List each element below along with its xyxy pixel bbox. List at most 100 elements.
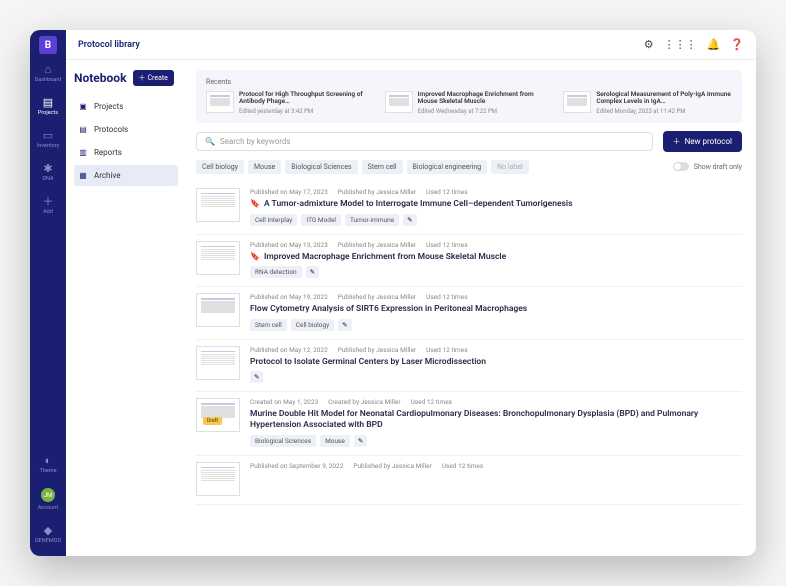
- nav-label: Reports: [94, 148, 122, 157]
- rail-item-genemod[interactable]: ◆GENEMOD: [30, 523, 66, 546]
- protocol-tag[interactable]: Cell biology: [291, 319, 334, 331]
- apps-icon[interactable]: ⋮⋮⋮: [664, 38, 697, 51]
- rail-label: DNA: [42, 176, 53, 182]
- side-panel: Notebook ＋ Create ▣Projects ▤Protocols ▥…: [66, 60, 186, 556]
- nav-reports[interactable]: ▥Reports: [74, 142, 178, 163]
- protocol-title: Murine Double Hit Model for Neonatal Car…: [250, 409, 742, 430]
- filter-chip-nolabel[interactable]: No label: [491, 160, 529, 174]
- rail-item-theme[interactable]: ◐ Theme: [30, 453, 66, 476]
- protocols-nav-icon: ▤: [78, 125, 88, 134]
- edit-icon[interactable]: ✎: [338, 319, 351, 331]
- protocol-tag[interactable]: Stem cell: [250, 319, 287, 331]
- filter-chip[interactable]: Stem cell: [362, 160, 403, 174]
- inventory-icon: ▭: [43, 130, 53, 141]
- protocol-tag[interactable]: Tumor-immune: [345, 214, 399, 226]
- nav-archive[interactable]: ▦Archive: [74, 165, 178, 186]
- nav-protocols[interactable]: ▤Protocols: [74, 119, 178, 140]
- protocol-item[interactable]: Published on May 17, 2023Published by Je…: [196, 182, 742, 235]
- protocol-item[interactable]: Created on May 1, 2023Created by Jessica…: [196, 392, 742, 455]
- bookmark-icon: 🔖: [250, 252, 260, 262]
- protocol-title: Protocol to Isolate Germinal Centers by …: [250, 357, 742, 368]
- protocol-meta: Published by Jessica Miller: [338, 293, 416, 301]
- protocol-thumbnail: [196, 188, 240, 222]
- recent-title: Protocol for High Throughput Screening o…: [239, 91, 375, 106]
- edit-icon[interactable]: ✎: [403, 214, 416, 226]
- filter-chip[interactable]: Mouse: [248, 160, 281, 174]
- protocol-thumbnail: [196, 398, 240, 432]
- rail-label: Account: [38, 505, 58, 511]
- protocol-tag[interactable]: Mouse: [320, 435, 350, 447]
- protocol-tag[interactable]: RNA detection: [250, 266, 302, 278]
- recent-title: Improved Macrophage Enrichment from Mous…: [418, 91, 554, 106]
- rail-item-dashboard[interactable]: ⌂ Dashboard: [30, 62, 66, 85]
- gear-icon[interactable]: ⚙: [644, 38, 654, 51]
- recent-title: Serological Measurement of Poly-IgA Immu…: [596, 91, 732, 106]
- protocol-tag[interactable]: Cell Interplay: [250, 214, 297, 226]
- recent-thumbnail: [563, 91, 591, 113]
- protocol-meta: Published on September 9, 2022: [250, 462, 343, 470]
- protocol-thumbnail: [196, 462, 240, 496]
- protocol-meta: Used 12 times: [426, 188, 467, 196]
- protocol-list: Published on May 17, 2023 Published by Je…: [196, 182, 742, 505]
- left-rail: B ⌂ Dashboard ▤Projects ▭ Inventory ✱DNA ＋…: [30, 30, 66, 556]
- filter-chip[interactable]: Biological Sciences: [285, 160, 357, 174]
- rail-label: Dashboard: [35, 77, 62, 83]
- protocol-item[interactable]: Published on May 19, 2022 Published by Je…: [196, 287, 742, 340]
- recent-card[interactable]: Improved Macrophage Enrichment from Mous…: [385, 91, 554, 115]
- edit-icon[interactable]: ✎: [250, 371, 263, 383]
- recent-meta: Edited yesterday at 3:42 PM: [239, 108, 375, 115]
- protocol-tag[interactable]: Biological Sciences: [250, 435, 316, 447]
- new-protocol-button[interactable]: ＋ New protocol: [663, 131, 742, 152]
- search-icon: 🔍: [205, 137, 215, 146]
- recent-card[interactable]: Serological Measurement of Poly-IgA Immu…: [563, 91, 732, 115]
- rail-label: GENEMOD: [35, 538, 61, 544]
- help-icon[interactable]: ❓: [730, 38, 744, 51]
- nav-projects[interactable]: ▣Projects: [74, 96, 178, 117]
- protocol-meta: Published on May 19, 2022: [250, 293, 328, 301]
- bell-icon[interactable]: 🔔: [707, 38, 721, 51]
- nav-label: Archive: [94, 171, 120, 180]
- rail-item-projects[interactable]: ▤Projects: [30, 95, 66, 118]
- protocol-title: Flow Cytometry Analysis of SIRT6 Express…: [250, 304, 742, 315]
- theme-icon: ◐: [45, 455, 52, 466]
- protocol-meta: Published on May 12, 2022: [250, 346, 328, 354]
- filter-chip[interactable]: Biological engineering: [407, 160, 488, 174]
- draft-toggle[interactable]: Show draft only: [673, 162, 742, 171]
- protocol-meta: Published on May 13, 2023: [250, 241, 328, 249]
- search-input[interactable]: 🔍 Search by keywords: [196, 132, 653, 151]
- rail-item-add[interactable]: ＋Add: [30, 194, 66, 217]
- bookmark-icon: 🔖: [250, 199, 260, 209]
- sidepanel-title: Notebook: [74, 71, 127, 85]
- protocol-title: 🔖Improved Macrophage Enrichment from Mou…: [250, 252, 742, 263]
- protocol-tag[interactable]: ITG Model: [301, 214, 341, 226]
- rail-label: Theme: [40, 468, 57, 474]
- protocol-item[interactable]: Published on May 12, 2022Published by Je…: [196, 340, 742, 393]
- protocol-item[interactable]: Published on May 13, 2023Published by Je…: [196, 235, 742, 288]
- protocol-item[interactable]: Published on September 9, 2022 Published …: [196, 456, 742, 505]
- filter-chip[interactable]: Cell biology: [196, 160, 244, 174]
- edit-icon[interactable]: ✎: [354, 435, 367, 447]
- recents-section: Recents Protocol for High Throughput Scr…: [196, 70, 742, 123]
- recent-card[interactable]: Protocol for High Throughput Screening o…: [206, 91, 375, 115]
- toggle-switch[interactable]: [673, 162, 689, 171]
- protocol-thumbnail: [196, 241, 240, 275]
- protocol-meta: Used 12 times: [426, 293, 467, 301]
- home-icon: ⌂: [45, 64, 52, 75]
- rail-label: Inventory: [37, 143, 60, 149]
- create-button[interactable]: ＋ Create: [133, 70, 174, 86]
- protocol-meta: Published by Jessica Miller: [353, 462, 431, 470]
- rail-label: Projects: [38, 110, 58, 116]
- protocol-meta: Used 12 times: [426, 241, 467, 249]
- app-logo[interactable]: B: [39, 36, 57, 54]
- protocol-meta: Published on May 17, 2023: [250, 188, 328, 196]
- avatar: JM: [41, 488, 55, 502]
- nav-label: Projects: [94, 102, 123, 111]
- rail-item-dna[interactable]: ✱DNA: [30, 161, 66, 184]
- main-panel: Recents Protocol for High Throughput Scr…: [186, 60, 756, 556]
- protocol-meta: Used 12 times: [426, 346, 467, 354]
- edit-icon[interactable]: ✎: [306, 266, 319, 278]
- rail-item-inventory[interactable]: ▭ Inventory: [30, 128, 66, 151]
- rail-item-account[interactable]: JM Account: [30, 486, 66, 513]
- protocol-meta: Used 12 times: [411, 398, 452, 406]
- filter-row: Cell biology Mouse Biological Sciences S…: [196, 160, 742, 174]
